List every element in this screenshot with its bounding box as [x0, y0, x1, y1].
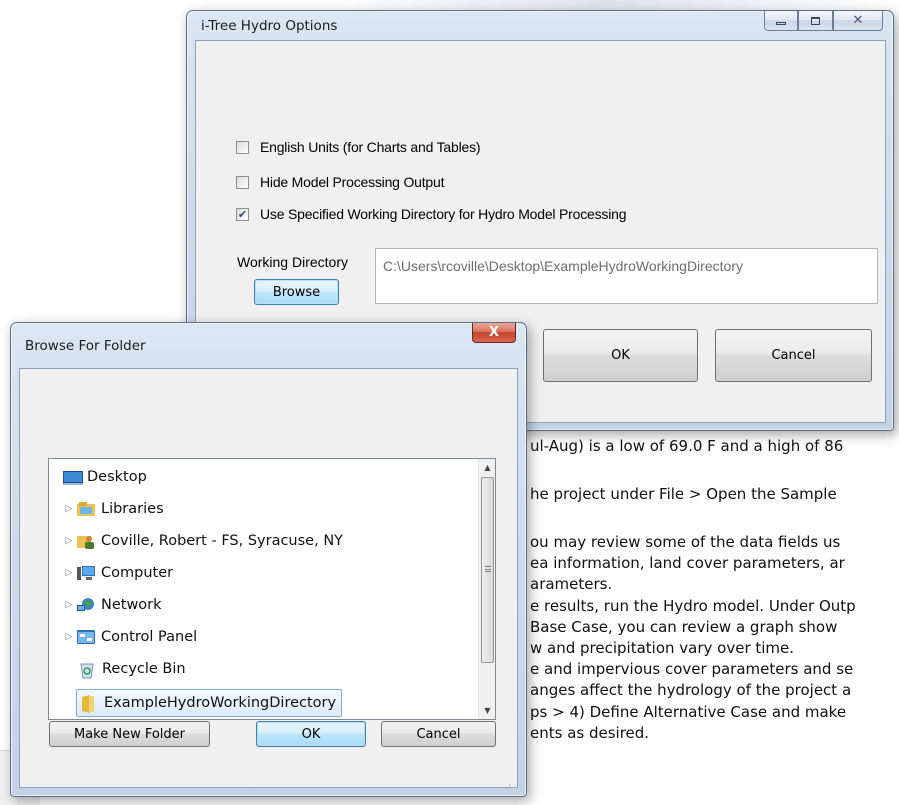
hide-output-checkbox[interactable] — [236, 175, 249, 189]
browse-dialog-title: Browse For Folder — [25, 338, 146, 354]
close-button[interactable]: ✕ — [833, 11, 883, 31]
tree-expander[interactable]: ▷ — [63, 632, 75, 642]
options-window-caption-buttons: ✕ — [764, 11, 883, 31]
minimize-icon — [776, 22, 786, 25]
working-directory-label: Working Directory — [237, 254, 348, 270]
scroll-down-icon[interactable]: ▼ — [479, 702, 496, 719]
tree-item-label: ExampleHydroWorkingDirectory — [104, 695, 337, 711]
user-folder-icon — [77, 533, 95, 549]
tree-item-label: Libraries — [101, 501, 164, 517]
cancel-button[interactable]: Cancel — [715, 329, 872, 382]
tree-item-label: Recycle Bin — [102, 661, 186, 677]
computer-icon — [77, 565, 95, 581]
folder-tree[interactable]: Desktop ▷ Libraries ▷ Coville, Robert - … — [48, 458, 496, 720]
english-units-label: English Units (for Charts and Tables) — [260, 139, 481, 155]
browse-ok-button[interactable]: OK — [256, 721, 366, 747]
libraries-icon — [77, 501, 95, 517]
doc-line: ul-Aug) is a low of 69.0 F and a high of… — [530, 437, 844, 455]
hide-output-row: Hide Model Processing Output — [236, 174, 444, 190]
doc-line: ou may review some of the data fields us — [530, 533, 841, 551]
working-directory-checkbox-label: Use Specified Working Directory for Hydr… — [260, 206, 627, 222]
browse-button[interactable]: Browse — [254, 279, 339, 305]
close-icon: X — [488, 325, 500, 340]
folder-icon — [80, 695, 98, 713]
browse-cancel-button[interactable]: Cancel — [381, 721, 496, 747]
tree-item-libraries[interactable]: ▷ Libraries — [63, 496, 164, 522]
doc-line: ents as desired. — [530, 724, 650, 742]
doc-line: arameters. — [530, 575, 613, 593]
hide-output-label: Hide Model Processing Output — [260, 174, 445, 190]
tree-item-recycle-bin[interactable]: Recycle Bin — [64, 656, 186, 682]
close-icon: ✕ — [852, 13, 864, 28]
working-directory-row: ✔ Use Specified Working Directory for Hy… — [236, 206, 626, 222]
doc-line: anges affect the hydrology of the projec… — [530, 681, 852, 699]
recycle-bin-icon — [78, 661, 96, 679]
tree-item-label: Computer — [101, 565, 174, 581]
browse-close-button[interactable]: X — [472, 323, 516, 343]
doc-line: ps > 4) Define Alternative Case and make — [530, 703, 847, 721]
minimize-button[interactable] — [764, 11, 798, 31]
tree-item-computer[interactable]: ▷ Computer — [63, 560, 174, 586]
english-units-row: English Units (for Charts and Tables) — [236, 139, 481, 155]
tree-item-control-panel[interactable]: ▷ Control Panel — [63, 624, 198, 650]
maximize-icon — [811, 16, 820, 25]
scroll-up-icon[interactable]: ▲ — [479, 459, 496, 476]
doc-line: Base Case, you can review a graph show — [530, 618, 838, 636]
working-directory-checkbox[interactable]: ✔ — [236, 207, 249, 221]
tree-expander[interactable]: ▷ — [63, 600, 75, 610]
checkmark-icon: ✔ — [237, 207, 248, 221]
maximize-button[interactable] — [798, 11, 833, 31]
tree-item-label: Network — [101, 597, 162, 613]
tree-expander[interactable]: ▷ — [63, 568, 75, 578]
tree-item-label: Desktop — [87, 469, 147, 485]
control-panel-icon — [77, 629, 95, 645]
resize-grip-icon[interactable]: ⠴ — [505, 782, 512, 792]
tree-item-label: Coville, Robert - FS, Syracuse, NY — [101, 533, 344, 549]
tree-expander[interactable]: ▷ — [63, 536, 75, 546]
network-icon — [77, 597, 95, 613]
scroll-thumb[interactable] — [481, 477, 494, 663]
ok-button[interactable]: OK — [543, 329, 698, 382]
working-directory-field[interactable]: C:\Users\rcoville\Desktop\ExampleHydroWo… — [375, 248, 878, 304]
english-units-checkbox[interactable] — [236, 140, 249, 154]
doc-line: w and precipitation vary over time. — [530, 639, 795, 657]
desktop-icon — [63, 469, 83, 485]
tree-item-network[interactable]: ▷ Network — [63, 592, 162, 618]
doc-line: ea information, land cover parameters, a… — [530, 554, 845, 572]
doc-line: e results, run the Hydro model. Under Ou… — [530, 597, 856, 615]
tree-expander[interactable]: ▷ — [63, 504, 75, 514]
grip-icon — [485, 566, 491, 572]
options-window-title: i-Tree Hydro Options — [201, 18, 338, 34]
tree-item-desktop[interactable]: Desktop — [49, 464, 147, 490]
doc-line: he project under File > Open the Sample — [530, 485, 837, 503]
tree-vertical-scrollbar[interactable]: ▲ ▼ — [478, 459, 495, 719]
tree-item-user-folder[interactable]: ▷ Coville, Robert - FS, Syracuse, NY — [63, 528, 343, 554]
tree-item-example-folder[interactable]: ExampleHydroWorkingDirectory — [76, 689, 343, 717]
make-new-folder-button[interactable]: Make New Folder — [49, 721, 210, 747]
doc-line: e and impervious cover parameters and se — [530, 660, 854, 678]
tree-item-label: Control Panel — [101, 629, 198, 645]
